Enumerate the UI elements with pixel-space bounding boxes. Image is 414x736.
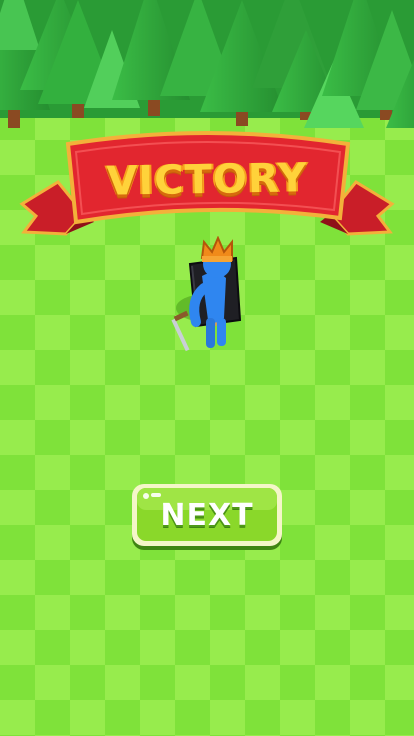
next-button-label: NEXT	[160, 498, 254, 533]
scene-background	[0, 0, 414, 736]
victory-title: VICTORY	[106, 155, 308, 205]
crown-icon	[200, 236, 233, 262]
victory-banner: VICTORY	[18, 122, 396, 250]
next-button[interactable]: NEXT	[130, 482, 284, 554]
player-character	[160, 236, 260, 366]
game-scene: VICTORY NEXT	[0, 0, 414, 736]
